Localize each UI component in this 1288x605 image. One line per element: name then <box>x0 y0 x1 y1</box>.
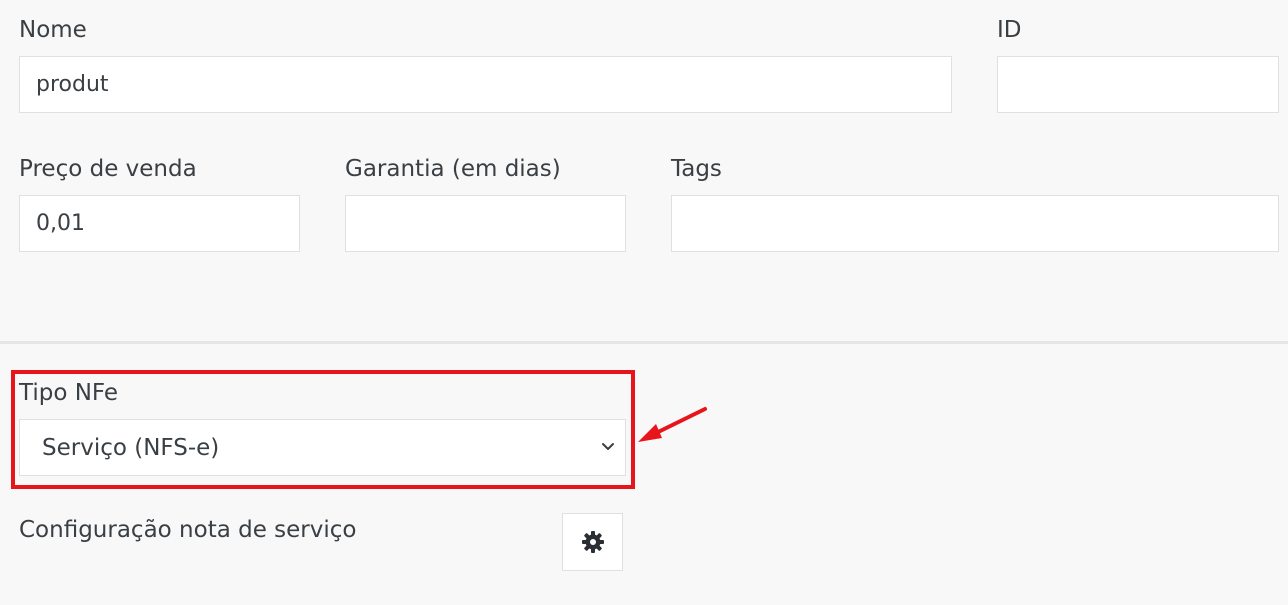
section-divider <box>0 341 1288 344</box>
id-label: ID <box>997 17 1022 43</box>
preco-input[interactable]: 0,01 <box>19 195 300 252</box>
tags-input[interactable] <box>671 195 1279 252</box>
garantia-input[interactable] <box>345 195 626 252</box>
config-nota-label: Configuração nota de serviço <box>19 517 357 543</box>
nome-input[interactable]: produt <box>19 56 952 113</box>
nome-input-value: produt <box>36 72 109 97</box>
nome-label: Nome <box>19 17 87 43</box>
arrow-icon <box>638 407 707 442</box>
preco-input-value: 0,01 <box>36 211 85 236</box>
garantia-label: Garantia (em dias) <box>345 156 561 182</box>
config-nota-button[interactable] <box>562 513 623 571</box>
highlight-box <box>11 370 635 489</box>
gear-icon <box>581 531 604 553</box>
id-input[interactable] <box>997 56 1279 113</box>
tags-label: Tags <box>671 156 722 182</box>
preco-label: Preço de venda <box>19 156 197 182</box>
